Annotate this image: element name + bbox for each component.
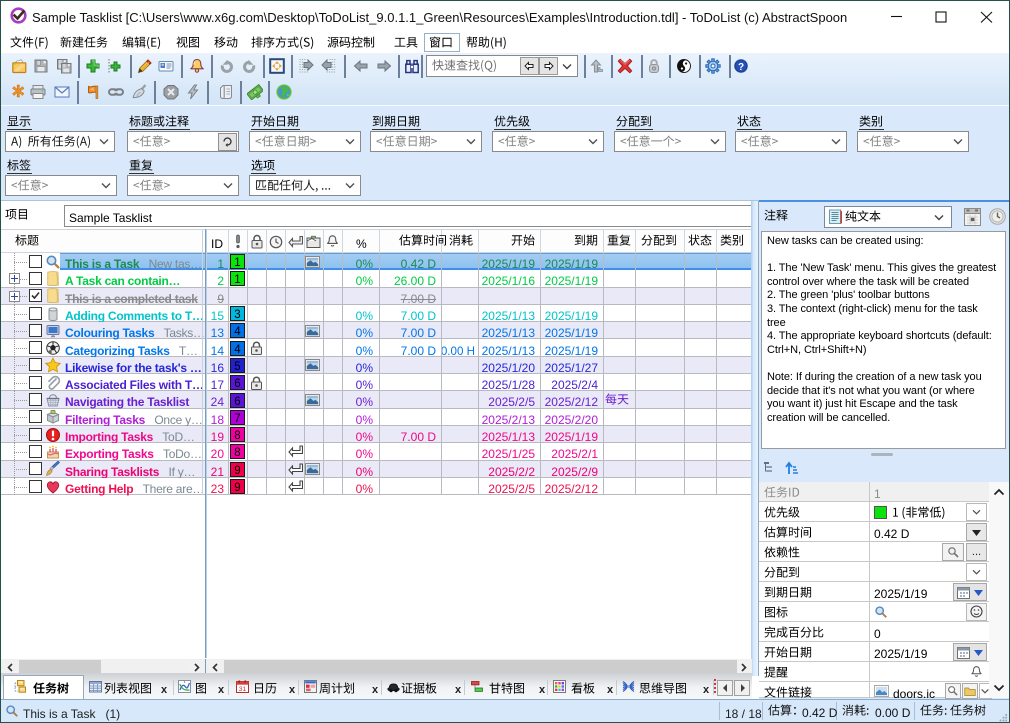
svg-text:?: ? [738, 62, 744, 73]
svg-text:31: 31 [239, 686, 247, 693]
